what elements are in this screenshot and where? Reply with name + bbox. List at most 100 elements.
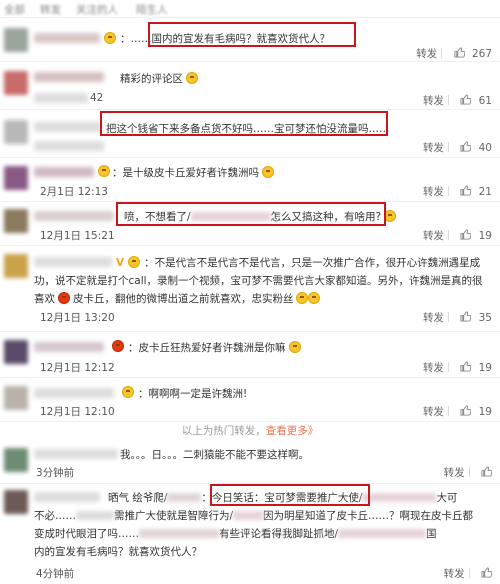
emoji-icon bbox=[384, 210, 397, 222]
footer-text: 以上为热门转发， bbox=[181, 425, 266, 437]
timestamp-redacted bbox=[34, 93, 88, 103]
row-actions: 转发 61 bbox=[419, 93, 492, 108]
comment-text: 把这个钱省下来多备点货不好吗……宝可梦还怕没流量吗…… bbox=[106, 123, 390, 135]
repost-button[interactable]: 转发 bbox=[423, 406, 444, 418]
thumbs-up-icon[interactable] bbox=[460, 405, 472, 416]
username-redacted bbox=[34, 492, 100, 502]
comment-text-line3: 喜欢 皮卡丘，翻他的微博出道之前就喜欢，忠实粉丝 bbox=[34, 291, 320, 306]
repost-button[interactable]: 转发 bbox=[423, 230, 444, 242]
like-count: 35 bbox=[478, 312, 492, 324]
row-actions: 转发 19 bbox=[419, 360, 492, 375]
thumbs-up-icon[interactable] bbox=[460, 94, 472, 105]
repost-button[interactable]: 转发 bbox=[423, 95, 444, 107]
comment-text-line4: 内的宣发有毛病吗？就喜欢货代人？ bbox=[34, 546, 202, 558]
username-redacted bbox=[34, 342, 104, 352]
emoji-icon bbox=[186, 72, 199, 84]
row-actions: 转发 19 bbox=[419, 228, 492, 243]
repost-button[interactable]: 转发 bbox=[416, 48, 437, 60]
repost-button[interactable]: 转发 bbox=[423, 142, 444, 154]
emoji-icon bbox=[128, 256, 141, 268]
emoji-icon bbox=[295, 292, 308, 304]
thumbs-up-icon[interactable] bbox=[460, 229, 472, 240]
text-redacted bbox=[362, 493, 437, 502]
comment-text: 我。。。日。。。二刺猿能不能不要这样啊。 bbox=[120, 449, 309, 461]
text-redacted bbox=[76, 511, 114, 520]
repost-button[interactable]: 转发 bbox=[444, 467, 465, 479]
view-more-link[interactable]: 查看更多》 bbox=[266, 425, 319, 437]
like-count: 21 bbox=[478, 186, 492, 198]
verified-icon: V bbox=[116, 257, 125, 269]
emoji-icon bbox=[288, 341, 301, 353]
timestamp: 12月1日 15:21 bbox=[40, 230, 115, 242]
repost-item: 喷，不想看了/怎么又搞这种，有啥用? 12月1日 15:21 转发 19 bbox=[0, 202, 500, 246]
avatar[interactable] bbox=[4, 28, 28, 52]
row-actions: 转发 40 bbox=[419, 140, 492, 155]
thumbs-up-icon[interactable] bbox=[481, 567, 492, 578]
row-actions: 转发 bbox=[440, 566, 492, 581]
avatar[interactable] bbox=[4, 166, 28, 190]
timestamp: 12月1日 12:12 bbox=[40, 362, 115, 374]
comment-text-line1: 晒气 绘爷爬/：今日笑话：宝可梦需要推广大使/大可 bbox=[108, 492, 458, 504]
timestamp: 2月1日 12:13 bbox=[40, 186, 108, 198]
emoji-icon bbox=[98, 165, 110, 177]
hot-reposts-footer: 以上为热门转发，查看更多》 bbox=[0, 423, 500, 441]
timestamp: 12月1日 12:10 bbox=[40, 406, 115, 418]
avatar[interactable] bbox=[4, 448, 28, 472]
repost-item: ：啊啊啊一定是许魏洲! 12月1日 12:10 转发 19 bbox=[0, 378, 500, 422]
like-count: 40 bbox=[478, 142, 492, 154]
comment-text: ：是十级皮卡丘爱好者许魏洲吗 bbox=[112, 165, 275, 180]
comment-text: 喷，不想看了/怎么又搞这种，有啥用? bbox=[124, 209, 397, 224]
username-redacted bbox=[34, 257, 112, 267]
thumbs-up-icon[interactable] bbox=[460, 311, 472, 322]
username-redacted bbox=[34, 449, 118, 459]
emoji-icon bbox=[104, 32, 116, 44]
thumbs-up-icon[interactable] bbox=[460, 361, 472, 372]
like-count: 61 bbox=[478, 95, 492, 107]
repost-item: V ：不是代言不是代言不是代言，只是一次推广合作，很开心许魏洲遇星成 功，说不定就… bbox=[0, 246, 500, 332]
timestamp: 3分钟前 bbox=[36, 467, 75, 479]
pokeball-icon bbox=[112, 340, 124, 352]
username-redacted bbox=[34, 122, 102, 132]
tab-strangers[interactable]: 陌生人 bbox=[136, 2, 168, 17]
thumbs-up-icon[interactable] bbox=[454, 47, 465, 58]
repost-button[interactable]: 转发 bbox=[444, 568, 465, 580]
tab-all[interactable]: 全部 bbox=[4, 2, 25, 17]
repost-item: ：皮卡丘狂热爱好者许魏洲是你嘛 12月1日 12:12 转发 19 bbox=[0, 332, 500, 378]
avatar[interactable] bbox=[4, 120, 28, 144]
avatar[interactable] bbox=[4, 386, 28, 410]
repost-button[interactable]: 转发 bbox=[423, 362, 444, 374]
comment-text: ：啊啊啊一定是许魏洲! bbox=[138, 388, 248, 400]
avatar[interactable] bbox=[4, 209, 28, 233]
tab-repost[interactable]: 转发 bbox=[40, 2, 61, 17]
emoji-icon bbox=[122, 386, 134, 398]
tab-following[interactable]: 关注的人 bbox=[76, 2, 118, 17]
username-redacted bbox=[34, 211, 114, 221]
avatar[interactable] bbox=[4, 71, 28, 95]
text-redacted bbox=[190, 212, 271, 221]
thumbs-up-icon[interactable] bbox=[460, 141, 472, 152]
pokeball-icon bbox=[58, 292, 70, 304]
comment-text-line2: 不必…… 需推广大使就是智障行为/因为明星知道了皮卡丘……？啊现在皮卡丘都 bbox=[34, 510, 474, 522]
username-redacted bbox=[34, 167, 94, 177]
repost-item: ：……国内的宣发有毛病吗？就喜欢货代人？ 转发 267 bbox=[0, 20, 500, 62]
comment-text-line3: 变成时代眼泪了吗…… 有些评论看得我脚趾抓地/国 bbox=[34, 528, 437, 540]
timestamp: 4分钟前 bbox=[36, 568, 75, 580]
comment-text: 精彩的评论区 bbox=[120, 71, 199, 86]
thumbs-up-icon[interactable] bbox=[481, 466, 492, 477]
comment-text-line2: 功，说不定就是打个call，录制一个视频，宝可梦不需要代言大家都知道。另外，许魏… bbox=[34, 275, 483, 287]
emoji-icon bbox=[307, 292, 320, 304]
repost-button[interactable]: 转发 bbox=[423, 186, 444, 198]
row-actions: 转发 19 bbox=[419, 404, 492, 419]
avatar[interactable] bbox=[4, 254, 28, 278]
username-redacted bbox=[34, 33, 100, 43]
avatar[interactable] bbox=[4, 490, 28, 514]
timestamp-redacted bbox=[34, 141, 104, 151]
emoji-icon bbox=[262, 166, 275, 178]
text-redacted bbox=[139, 529, 219, 538]
text-redacted bbox=[233, 511, 264, 520]
thumbs-up-icon[interactable] bbox=[460, 185, 472, 196]
comment-text-line1: V ：不是代言不是代言不是代言，只是一次推广合作，很开心许魏洲遇星成 bbox=[116, 256, 481, 269]
repost-button[interactable]: 转发 bbox=[423, 312, 444, 324]
username-redacted bbox=[34, 388, 114, 398]
avatar[interactable] bbox=[4, 340, 28, 364]
